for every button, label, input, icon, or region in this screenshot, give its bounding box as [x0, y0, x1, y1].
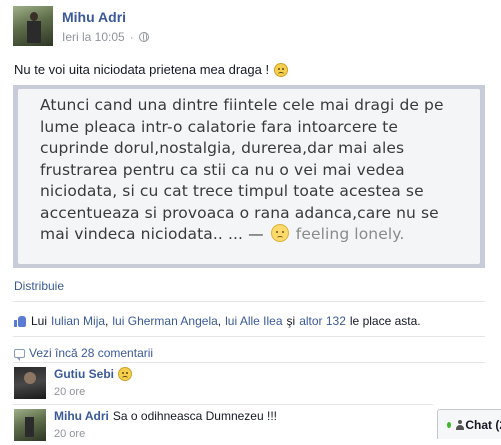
post-text: Nu te voi uita niciodata prietena mea dr…: [14, 62, 289, 77]
likes-separator: ,: [217, 314, 222, 328]
post-text-content: Nu te voi uita niciodata prietena mea dr…: [14, 62, 270, 77]
chat-label: Chat (2: [465, 417, 501, 432]
post-timestamp[interactable]: Ieri la 10:05: [62, 30, 125, 44]
quote-last-line: mai vindeca niciodata.. ... — feeling lo…: [40, 224, 468, 246]
divider: [13, 301, 485, 302]
quote-line: lume pleaca intr-o calatorie fara intoar…: [40, 117, 399, 136]
quote-line: Atunci cand una dintre fiintele cele mai…: [40, 96, 444, 114]
likes-others-link[interactable]: altor 132: [299, 314, 346, 328]
thumbs-up-icon: [14, 315, 27, 327]
author-name[interactable]: Mihu Adri: [62, 9, 126, 25]
quote-image-card: Atunci cand una dintre fiintele cele mai…: [18, 89, 480, 264]
divider: [13, 336, 485, 337]
quote-line: mai vindeca niciodata.. ... —: [40, 225, 264, 243]
feeling-text: feeling lonely.: [295, 225, 405, 243]
comment-time[interactable]: 20 ore: [54, 386, 85, 398]
comment-text: Sa o odihneasca Dumnezeu !!!: [112, 409, 277, 423]
commenter-avatar[interactable]: [14, 367, 46, 399]
quote-line: frustrarea pentru ca stii ca nu o vei ma…: [40, 160, 405, 179]
likes-separator: ,: [105, 314, 109, 328]
globe-icon[interactable]: [138, 32, 149, 42]
view-more-comments-label: Vezi încă 28 comentarii: [29, 346, 154, 360]
quote-line: niciodata, si cu cat trece timpul toate …: [40, 182, 424, 200]
post-image[interactable]: Atunci cand una dintre fiintele cele mai…: [13, 85, 485, 268]
view-more-comments[interactable]: Vezi încă 28 comentarii: [14, 346, 154, 361]
divider: [13, 404, 433, 405]
sad-emoji-icon: [274, 62, 289, 77]
meta-separator: ·: [129, 30, 134, 44]
share-link[interactable]: Distribuie: [14, 279, 64, 293]
likes-suffix: le place asta.: [349, 314, 421, 328]
person-icon: [455, 419, 464, 430]
online-status-icon: [447, 421, 451, 428]
post-header: Mihu Adri Ieri la 10:05 ·: [13, 6, 493, 46]
comment: Gutiu Sebi 20 ore: [14, 367, 484, 403]
comment-time[interactable]: 20 ore: [54, 428, 85, 440]
comment-body: Gutiu Sebi: [54, 367, 132, 381]
author-avatar[interactable]: [13, 6, 53, 46]
like-person-link[interactable]: Iulian Mija: [51, 314, 105, 328]
likes-conjunction: şi: [286, 314, 296, 328]
commenter-avatar[interactable]: [14, 409, 46, 441]
sad-emoji-icon: [118, 367, 132, 381]
post-meta: Ieri la 10:05 ·: [62, 30, 149, 44]
divider: [13, 362, 485, 363]
comment-author[interactable]: Gutiu Sebi: [54, 367, 114, 381]
quote-line: accentueaza si provoaca o rana adanca,ca…: [40, 203, 439, 222]
comment-author[interactable]: Mihu Adri: [54, 409, 109, 423]
sad-face-icon: [270, 224, 289, 242]
quote-line: cuprinde dorul,nostalgia, durerea,dar ma…: [40, 139, 405, 157]
likes-prefix: Lui: [31, 314, 48, 328]
likes-summary: Lui Iulian Mija, lui Gherman Angela, lui…: [14, 314, 421, 328]
comment: Mihu Adri Sa o odihneasca Dumnezeu !!! 2…: [14, 409, 484, 445]
like-person-link[interactable]: lui Alle Ilea: [225, 314, 282, 328]
comment-bubble-icon: [14, 348, 25, 361]
comment-body: Mihu Adri Sa o odihneasca Dumnezeu !!!: [54, 409, 277, 423]
chat-tab[interactable]: Chat (2: [437, 409, 501, 439]
like-person-link[interactable]: lui Gherman Angela: [112, 314, 217, 328]
